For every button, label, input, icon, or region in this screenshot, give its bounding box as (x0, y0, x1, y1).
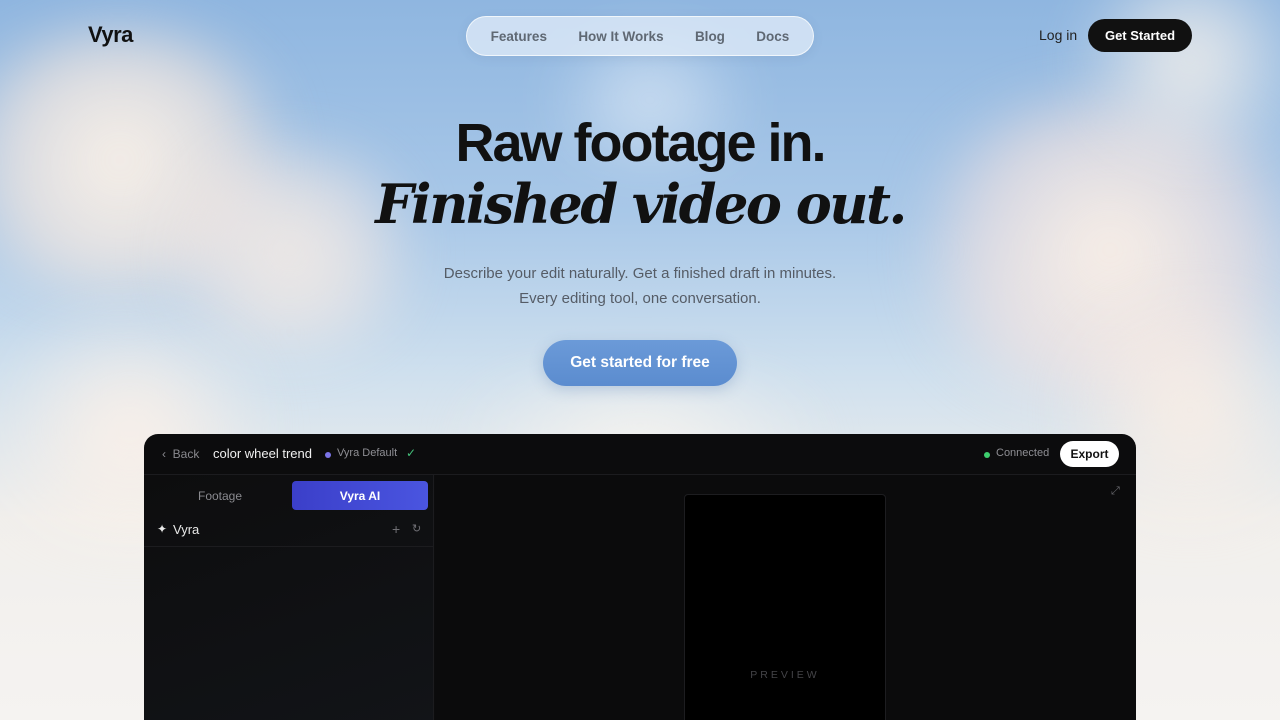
hero-headline-line2: Finished video out. (375, 172, 907, 236)
nav-item-how-it-works[interactable]: How It Works (578, 29, 663, 44)
chat-title: Vyra (173, 522, 200, 537)
hero-subtitle-line1: Describe your edit naturally. Get a fini… (443, 265, 837, 282)
chat-header: ✦ Vyra + ↻ (144, 517, 434, 547)
brand-logo[interactable]: Vyra (88, 22, 133, 48)
hero-headline-line1: Raw footage in. (455, 113, 826, 173)
status-dot-icon (984, 452, 990, 458)
back-button[interactable]: ‹ Back (162, 447, 199, 461)
left-panel: Footage Vyra AI ✦ Vyra + ↻ (144, 475, 434, 720)
hero-subtitle-line2: Every editing tool, one conversation. (519, 290, 761, 307)
preview-area: ⤢ PREVIEW (435, 475, 1136, 720)
plus-icon[interactable]: + (392, 521, 400, 537)
nav-item-features[interactable]: Features (491, 29, 547, 44)
login-link[interactable]: Log in (1039, 27, 1077, 43)
preset-dot-icon (325, 452, 331, 458)
main-nav: Features How It Works Blog Docs (466, 16, 814, 56)
project-title[interactable]: color wheel trend (213, 446, 312, 461)
app-preview-window: ‹ Back color wheel trend Vyra Default ✓ … (144, 434, 1136, 720)
nav-item-docs[interactable]: Docs (756, 29, 789, 44)
sparkle-icon: ✦ (157, 522, 168, 536)
export-button[interactable]: Export (1060, 441, 1119, 467)
preview-label: PREVIEW (750, 669, 820, 681)
preset-label[interactable]: Vyra Default (337, 447, 397, 459)
video-preview-frame[interactable]: PREVIEW (684, 494, 886, 720)
nav-item-blog[interactable]: Blog (695, 29, 725, 44)
expand-icon[interactable]: ⤢ (1111, 485, 1120, 498)
back-label: Back (172, 447, 200, 461)
check-icon: ✓ (406, 446, 417, 460)
tab-vyra-ai[interactable]: Vyra AI (292, 481, 428, 510)
chevron-left-icon: ‹ (162, 447, 166, 461)
tab-footage[interactable]: Footage (198, 489, 242, 503)
connection-status: Connected (996, 447, 1050, 459)
history-icon[interactable]: ↻ (412, 522, 421, 535)
get-started-button[interactable]: Get Started (1088, 19, 1192, 52)
app-toolbar: ‹ Back color wheel trend Vyra Default ✓ … (144, 434, 1136, 475)
get-started-free-button[interactable]: Get started for free (543, 340, 737, 386)
